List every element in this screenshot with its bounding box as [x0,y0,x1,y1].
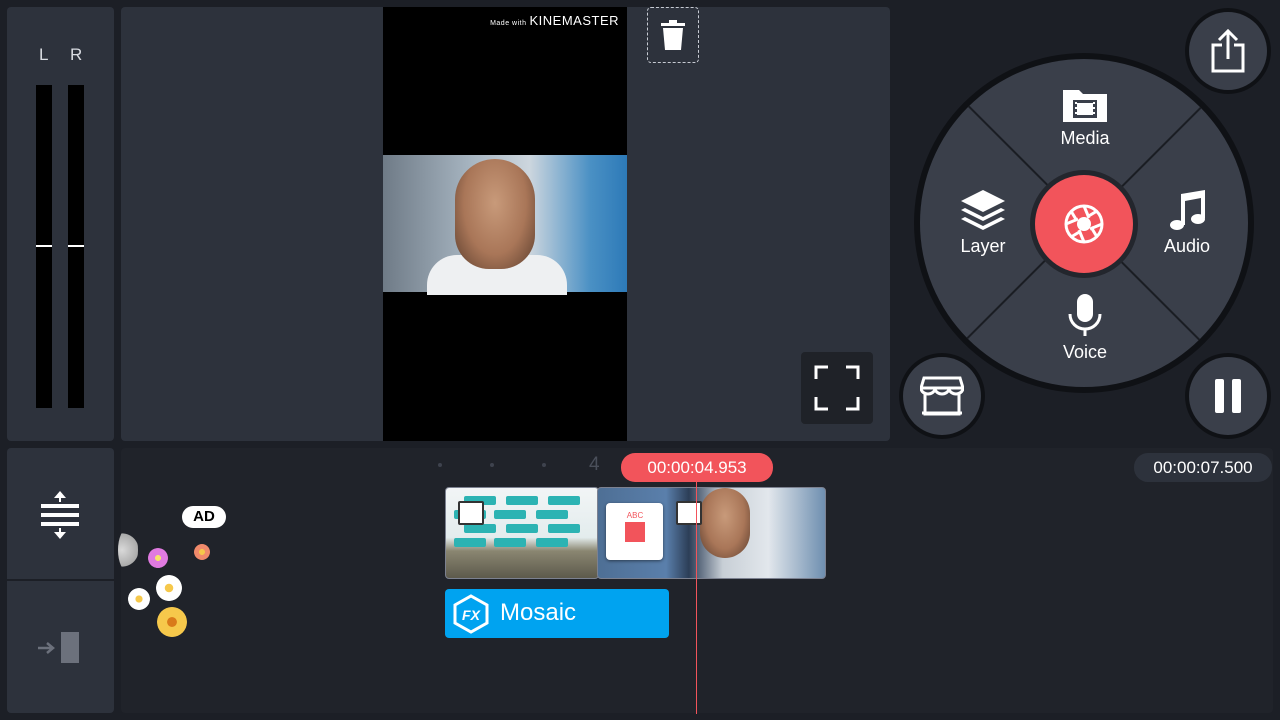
fx-clip-mosaic[interactable]: FX Mosaic [445,589,669,638]
timeline-collapse-icon [38,632,79,663]
fx-clip-label: Mosaic [500,599,577,626]
video-clip-1[interactable] [445,487,599,579]
sticker-flower [128,588,150,610]
media-button[interactable]: Media [1035,86,1135,149]
fx-icon: FX [453,594,489,634]
sticker-flower [194,544,210,560]
playhead[interactable] [696,482,697,714]
timeline-expand-button[interactable] [40,491,80,544]
sticker-flower [118,528,138,572]
trash-icon [661,20,685,50]
total-duration: 00:00:07.500 [1134,453,1272,482]
preview-panel: Made with KINEMASTER [121,7,890,441]
layer-label: Layer [960,236,1006,256]
audio-label: Audio [1163,236,1211,256]
sticker-flower [156,575,182,601]
ruler-mark: 4 [589,454,600,475]
audio-icon [1170,190,1205,230]
store-icon [920,376,964,416]
video-preview[interactable]: Made with KINEMASTER [383,7,627,441]
asset-store-button[interactable] [899,353,985,439]
capture-button[interactable] [1035,175,1133,273]
sticker-flower [148,548,168,568]
media-label: Media [1060,128,1110,148]
timeline-collapse-button[interactable] [37,631,83,670]
pause-icon [1215,379,1241,413]
layer-icon [961,190,1005,230]
kinemaster-watermark: Made with KINEMASTER [490,13,619,28]
delete-button[interactable] [647,7,699,63]
audio-level-meter: L R [7,7,114,441]
voice-button[interactable]: Voice [1035,292,1135,363]
timeline-controls [7,448,114,713]
layer-button[interactable]: Layer [933,188,1033,257]
fullscreen-icon [814,365,860,411]
right-channel-bar [68,85,84,408]
capture-icon [1064,204,1104,244]
play-pause-button[interactable] [1185,353,1271,439]
sticker-flower [157,607,187,637]
media-icon [1063,90,1107,122]
svg-text:ABC: ABC [626,511,643,520]
left-channel-label: L [39,45,49,64]
preview-photo [383,155,627,295]
image-icon [676,501,702,525]
timeline-expand-icon [41,491,79,539]
current-time: 00:00:04.953 [621,453,773,482]
voice-label: Voice [1062,342,1108,362]
fullscreen-button[interactable] [801,352,873,424]
left-channel-bar [36,85,52,408]
transition-marker[interactable]: ABC [606,503,663,560]
ad-badge: AD [182,506,226,528]
svg-text:FX: FX [462,607,482,623]
audio-button[interactable]: Audio [1137,188,1237,257]
voice-icon [1068,294,1102,336]
right-channel-label: R [70,45,83,64]
image-icon [458,501,484,525]
